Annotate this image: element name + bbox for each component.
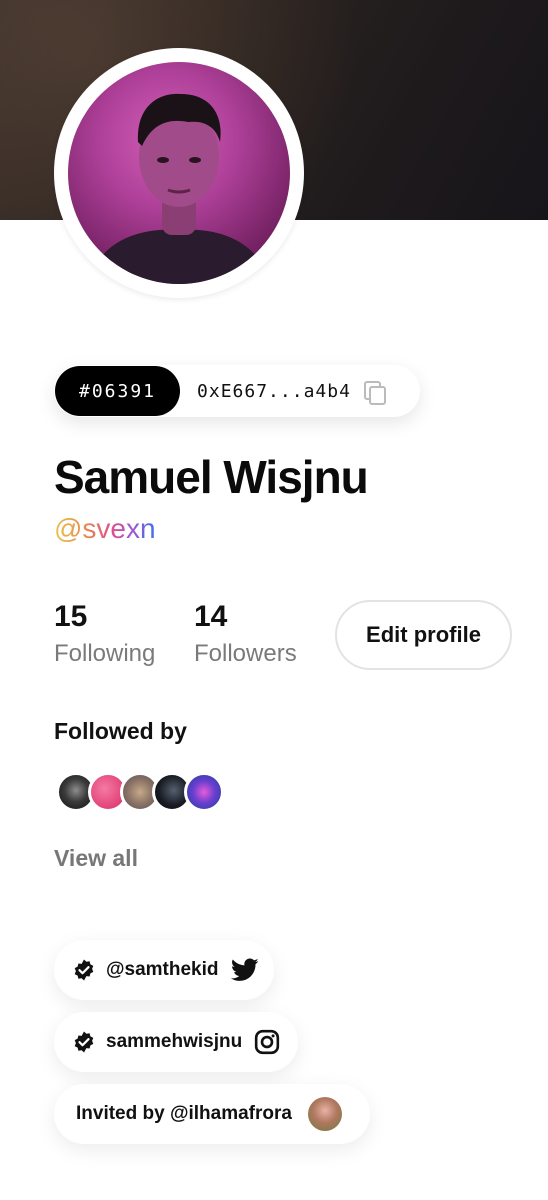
instagram-pill[interactable]: sammehwisjnu: [54, 1012, 298, 1072]
followers-stat[interactable]: 14 Followers: [194, 600, 297, 668]
view-all-link[interactable]: View all: [54, 845, 138, 872]
avatar[interactable]: [68, 62, 290, 284]
copy-icon[interactable]: [363, 380, 386, 405]
wallet-address: 0xE667...a4b4: [197, 380, 351, 402]
following-label: Following: [54, 640, 156, 667]
profile-handle: @svexn: [54, 513, 156, 544]
invited-by-text: Invited by @ilhamafrora: [76, 1103, 292, 1124]
edit-profile-button[interactable]: Edit profile: [335, 600, 512, 670]
instagram-icon: [254, 1028, 280, 1056]
avatar-portrait: [88, 93, 270, 284]
twitter-icon: [230, 956, 259, 984]
twitter-pill[interactable]: @samthekid: [54, 940, 274, 1000]
profile-name: Samuel Wisjnu: [54, 451, 369, 503]
inviter-avatar[interactable]: [307, 1097, 342, 1131]
followed-by-heading: Followed by: [54, 718, 187, 744]
avatar-ring: [54, 48, 304, 298]
followers-label: Followers: [194, 640, 297, 667]
verified-icon: [72, 957, 96, 983]
follower-avatar[interactable]: [184, 772, 224, 812]
twitter-handle: @samthekid: [106, 959, 219, 980]
followers-count: 14: [194, 600, 228, 633]
profile-page: #06391 0xE667...a4b4 Samuel Wisjnu @svex…: [0, 0, 548, 1200]
invited-by-pill[interactable]: Invited by @ilhamafrora: [54, 1084, 370, 1144]
follower-avatars: [56, 772, 236, 812]
token-id-badge: #06391: [55, 366, 181, 416]
following-count: 15: [54, 600, 88, 633]
following-stat[interactable]: 15 Following: [54, 600, 155, 668]
instagram-handle: sammehwisjnu: [106, 1031, 243, 1052]
verified-icon: [72, 1029, 96, 1055]
wallet-pill: #06391 0xE667...a4b4: [54, 365, 420, 417]
